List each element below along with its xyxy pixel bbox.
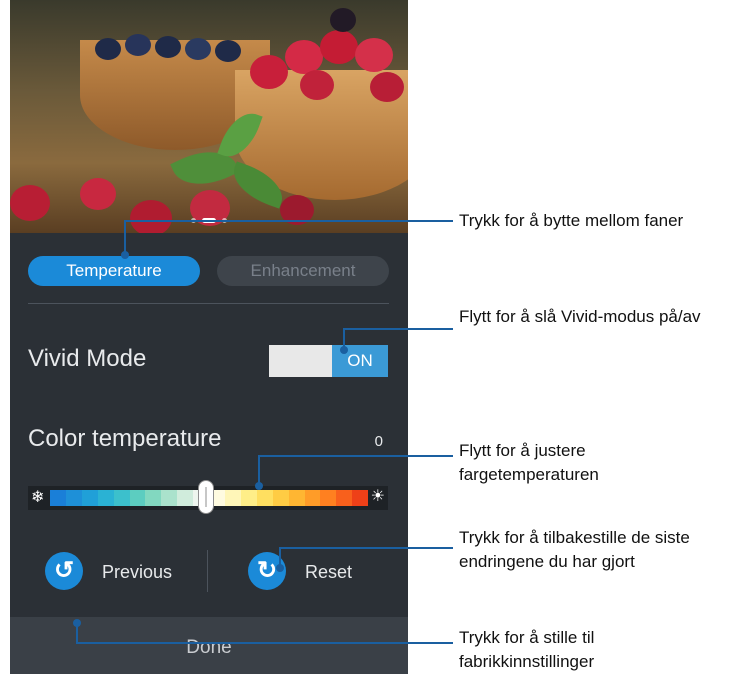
callout-vivid-mode: Flytt for å slå Vivid-modus på/av [459,307,701,326]
callout-reset: Trykk for å stille til fabrikkinnstillin… [459,628,595,671]
callout-switch-tabs: Trykk for å bytte mellom faner [459,211,684,230]
callout-color-temperature: Flytt for å justere fargetemperaturen [459,441,599,484]
callout-previous: Trykk for å tilbakestille de siste endri… [459,528,690,571]
